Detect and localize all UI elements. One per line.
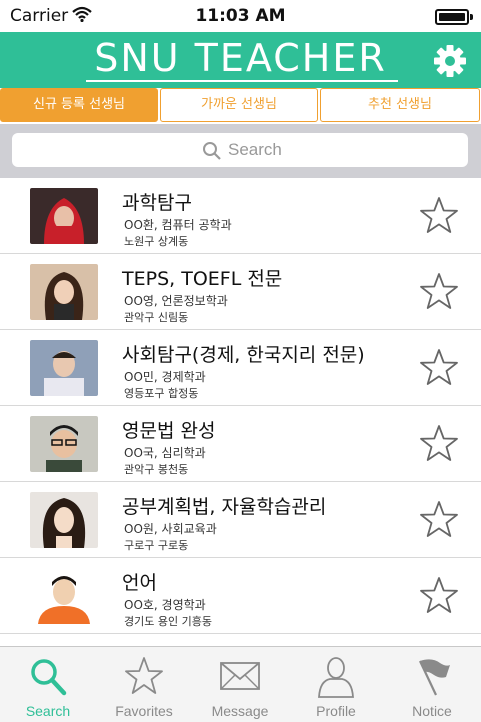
gear-icon[interactable]: [433, 44, 467, 78]
teacher-avatar: [30, 188, 98, 244]
star-icon[interactable]: [419, 424, 459, 462]
teacher-subject: TEPS, TOEFL 전문: [122, 268, 283, 290]
teacher-avatar: [30, 416, 98, 472]
teacher-subject: 영문법 완성: [122, 420, 216, 442]
search-field[interactable]: [12, 133, 468, 167]
tab-profile[interactable]: Profile: [288, 647, 384, 722]
teacher-location: 관악구 신림동: [124, 311, 189, 324]
tab-search[interactable]: Search: [0, 647, 96, 722]
tab-label: Notice: [412, 703, 452, 719]
teacher-info: OO환, 컴퓨터 공학과: [124, 218, 232, 232]
teacher-avatar: [30, 492, 98, 548]
teacher-row[interactable]: 영문법 완성 OO국, 심리학과 관악구 봉천동: [0, 406, 481, 482]
star-icon[interactable]: [419, 576, 459, 614]
teacher-location: 경기도 용인 기흥동: [124, 615, 212, 628]
teacher-row[interactable]: 과학탐구 OO환, 컴퓨터 공학과 노원구 상계동: [0, 178, 481, 254]
teacher-subject: 사회탐구(경제, 한국지리 전문): [122, 344, 365, 366]
teacher-location: 구로구 구로동: [124, 539, 189, 552]
teacher-info: OO원, 사회교육과: [124, 522, 217, 536]
envelope-icon: [220, 662, 260, 690]
teacher-avatar: [30, 568, 98, 624]
battery-icon: [435, 9, 473, 25]
tab-label: Profile: [316, 703, 356, 719]
status-bar: Carrier 11:03 AM: [0, 0, 481, 32]
star-icon[interactable]: [419, 500, 459, 538]
teacher-filter-segments: 신규 등록 선생님 가까운 선생님 추천 선생님: [0, 88, 481, 124]
teacher-row[interactable]: 사회탐구(경제, 한국지리 전문) OO민, 경제학과 영등포구 합정동: [0, 330, 481, 406]
flag-icon: [419, 659, 450, 696]
tab-nearby-teachers[interactable]: 가까운 선생님: [160, 88, 318, 122]
tab-notice[interactable]: Notice: [384, 647, 480, 722]
teacher-avatar: [30, 264, 98, 320]
teacher-row[interactable]: TEPS, TOEFL 전문 OO영, 언론정보학과 관악구 신림동: [0, 254, 481, 330]
teacher-row[interactable]: 언어 OO호, 경영학과 경기도 용인 기흥동: [0, 558, 481, 634]
person-icon: [318, 657, 354, 698]
app-title: SNU TEACHER: [94, 36, 387, 80]
tab-new-teachers[interactable]: 신규 등록 선생님: [0, 88, 158, 122]
star-icon[interactable]: [419, 272, 459, 310]
teacher-location: 영등포구 합정동: [124, 387, 199, 400]
teacher-list: 과학탐구 OO환, 컴퓨터 공학과 노원구 상계동 TEPS, TOEFL 전문…: [0, 178, 481, 646]
teacher-row[interactable]: 공부계획법, 자율학습관리 OO원, 사회교육과 구로구 구로동: [0, 482, 481, 558]
tab-favorites[interactable]: Favorites: [96, 647, 192, 722]
tab-bar: Search Favorites Message Profile Notice: [0, 646, 481, 722]
title-underline: [86, 80, 398, 82]
teacher-info: OO호, 경영학과: [124, 598, 206, 612]
search-icon: [202, 141, 222, 165]
teacher-location: 노원구 상계동: [124, 235, 189, 248]
star-icon: [125, 657, 163, 694]
search-bar: [0, 124, 481, 178]
teacher-subject: 언어: [122, 572, 157, 594]
teacher-subject: 공부계획법, 자율학습관리: [122, 496, 327, 518]
teacher-subject: 과학탐구: [122, 192, 192, 214]
tab-label: Favorites: [115, 703, 173, 719]
star-icon[interactable]: [419, 348, 459, 386]
star-icon[interactable]: [419, 196, 459, 234]
tab-label: Search: [25, 703, 71, 719]
teacher-avatar: [30, 340, 98, 396]
search-input[interactable]: [228, 137, 428, 163]
teacher-location: 관악구 봉천동: [124, 463, 189, 476]
tab-label: Message: [211, 703, 269, 719]
tab-message[interactable]: Message: [192, 647, 288, 722]
clock: 11:03 AM: [195, 6, 286, 26]
tab-recommended-teachers[interactable]: 추천 선생님: [320, 88, 480, 122]
teacher-info: OO영, 언론정보학과: [124, 294, 228, 308]
search-icon: [31, 659, 67, 696]
app-header: SNU TEACHER: [0, 32, 481, 88]
teacher-info: OO국, 심리학과: [124, 446, 206, 460]
teacher-info: OO민, 경제학과: [124, 370, 206, 384]
